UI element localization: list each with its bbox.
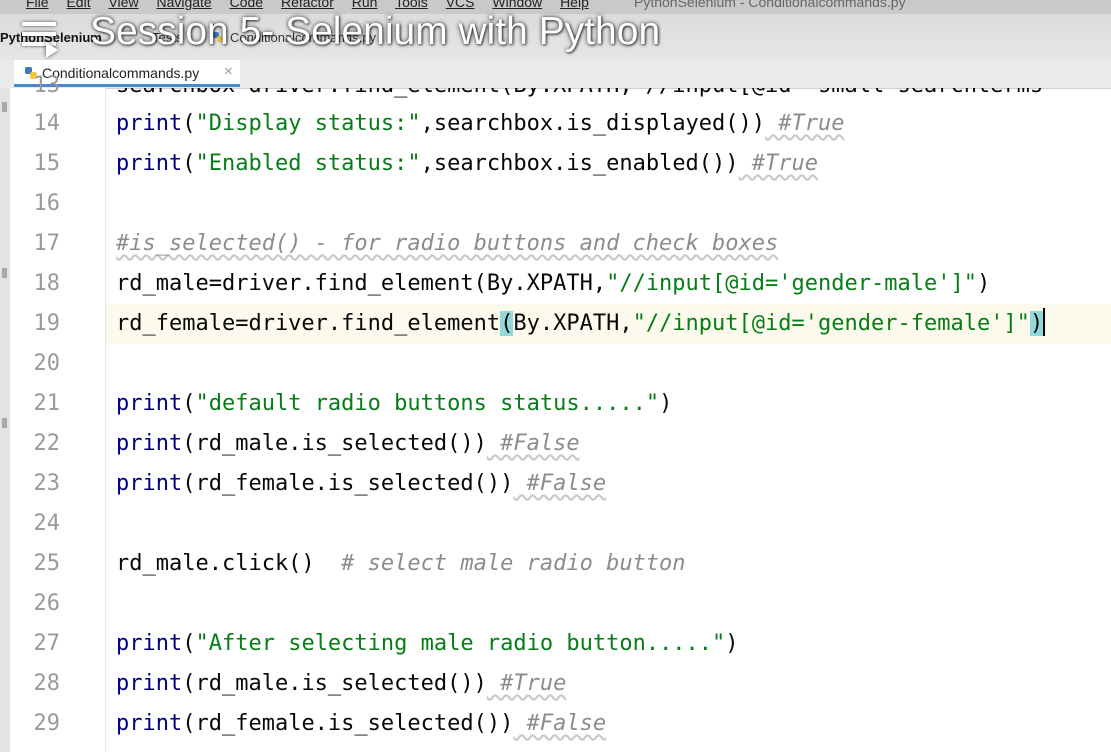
video-title: Session 5- Selenium with Python: [90, 10, 661, 53]
line-number: 19: [33, 311, 61, 336]
code-comment: #True: [486, 671, 567, 696]
code-token: print: [116, 471, 183, 496]
close-icon[interactable]: ×: [224, 63, 233, 80]
tab-label: Conditionalcommands.py: [42, 65, 200, 81]
editor-tab-bar: Conditionalcommands.py ×: [0, 60, 1111, 89]
tool-strip-marker[interactable]: [2, 268, 7, 278]
line-number: 26: [33, 591, 61, 616]
tool-strip-marker[interactable]: [2, 418, 7, 428]
code-line-15: print("Enabled status:",searchbox.is_ena…: [116, 144, 818, 184]
code-token: print: [116, 711, 183, 736]
line-number: 15: [33, 151, 61, 176]
code-line-17: #is_selected() - for radio buttons and c…: [116, 224, 778, 264]
menu-help[interactable]: Help: [560, 0, 589, 10]
code-token: (: [182, 151, 196, 176]
menu-code[interactable]: Code: [230, 0, 263, 10]
line-number: 28: [33, 671, 61, 696]
code-comment: # select male radio button: [314, 551, 686, 576]
line-number: 13: [33, 73, 61, 98]
code-line-18: rd_male=driver.find_element(By.XPATH,"//…: [116, 264, 990, 304]
code-token: (rd_female.is_selected()): [182, 471, 514, 496]
code-token: rd_male=driver.find_element(By.XPATH,: [116, 271, 607, 296]
code-token: print: [116, 631, 183, 656]
menu-navigate[interactable]: Navigate: [156, 0, 211, 10]
code-token: ): [659, 391, 673, 416]
code-token: (: [182, 391, 196, 416]
code-token: (: [182, 111, 196, 136]
menu-tools[interactable]: Tools: [395, 0, 428, 10]
code-line-28: print(rd_male.is_selected()) #True: [116, 664, 566, 704]
line-number: 17: [33, 231, 61, 256]
line-number: 27: [33, 631, 61, 656]
code-comment: #True: [738, 151, 819, 176]
line-number: 24: [33, 511, 61, 536]
code-token: print: [116, 671, 183, 696]
code-line-29: print(rd_female.is_selected()) #False: [116, 704, 606, 744]
code-token: ,searchbox.is_enabled()): [420, 151, 739, 176]
menu-file[interactable]: File: [26, 0, 49, 10]
play-icon[interactable]: [46, 42, 58, 58]
code-token: rd_male.click(): [116, 551, 315, 576]
code-line-14: print("Display status:",searchbox.is_dis…: [116, 104, 845, 144]
code-token: (rd_male.is_selected()): [182, 431, 487, 456]
line-number: 20: [33, 351, 61, 376]
menu-vcs[interactable]: VCS: [446, 0, 475, 10]
code-token: ): [976, 271, 991, 296]
code-token: By.XPATH,: [513, 311, 633, 336]
matched-bracket: (: [500, 311, 514, 336]
tool-strip-marker[interactable]: [2, 102, 7, 112]
code-token: print: [116, 431, 183, 456]
code-token: "//input[@id='gender-male']": [606, 271, 977, 296]
menu-items: File Edit View Navigate Code Refactor Ru…: [26, 0, 603, 10]
code-token: (rd_female.is_selected()): [182, 711, 514, 736]
code-token: rd_female=driver.find_element: [116, 311, 501, 336]
code-line-19: rd_female=driver.find_element(By.XPATH,"…: [116, 304, 1046, 344]
code-token: ,searchbox.is_displayed()): [420, 111, 766, 136]
code-line-23: print(rd_female.is_selected()) #False: [116, 464, 606, 504]
line-number: 18: [33, 271, 61, 296]
menu-view[interactable]: View: [108, 0, 138, 10]
code-comment: #is_selected() - for radio buttons and c…: [116, 231, 779, 256]
line-number: 22: [33, 431, 61, 456]
menu-run[interactable]: Run: [352, 0, 378, 10]
code-token: ): [725, 631, 739, 656]
line-number: 25: [33, 551, 61, 576]
matched-bracket: ): [1029, 311, 1044, 336]
code-token: "default radio buttons status.....": [195, 391, 660, 416]
code-comment: #False: [486, 431, 580, 456]
menu-window[interactable]: Window: [492, 0, 542, 10]
code-token: "//input[@id='gender-female']": [632, 311, 1030, 336]
line-number-gutter: 13 14 15 16 17 18 19 20 21 22 23 24 25 2…: [10, 73, 106, 752]
code-token: print: [116, 151, 183, 176]
code-comment: #True: [765, 111, 845, 136]
line-number: 29: [33, 711, 61, 736]
text-caret: [1043, 308, 1046, 336]
code-token: (rd_male.is_selected()): [182, 671, 487, 696]
code-token: (: [182, 631, 196, 656]
code-token: "After selecting male radio button.....": [195, 631, 726, 656]
code-line-25: rd_male.click() # select male radio butt…: [116, 544, 686, 584]
code-editor[interactable]: searchbox=driver.find_element(By.XPATH,"…: [106, 88, 1111, 752]
line-number: 16: [33, 191, 61, 216]
code-token: print: [116, 391, 183, 416]
line-number: 23: [33, 471, 61, 496]
code-token: "Display status:": [195, 111, 421, 136]
code-line-27: print("After selecting male radio button…: [116, 624, 739, 664]
code-token: "Enabled status:": [195, 151, 421, 176]
code-token: print: [116, 111, 183, 136]
code-comment: #False: [513, 711, 607, 736]
code-line-21: print("default radio buttons status.....…: [116, 384, 672, 424]
code-comment: #False: [513, 471, 607, 496]
menu-edit[interactable]: Edit: [66, 0, 90, 10]
code-line-22: print(rd_male.is_selected()) #False: [116, 424, 580, 464]
line-number: 14: [33, 111, 61, 136]
line-number: 21: [33, 391, 61, 416]
menu-refactor[interactable]: Refactor: [281, 0, 334, 10]
ide-window-title: PythonSelenium - Conditionalcommands.py: [634, 0, 906, 10]
